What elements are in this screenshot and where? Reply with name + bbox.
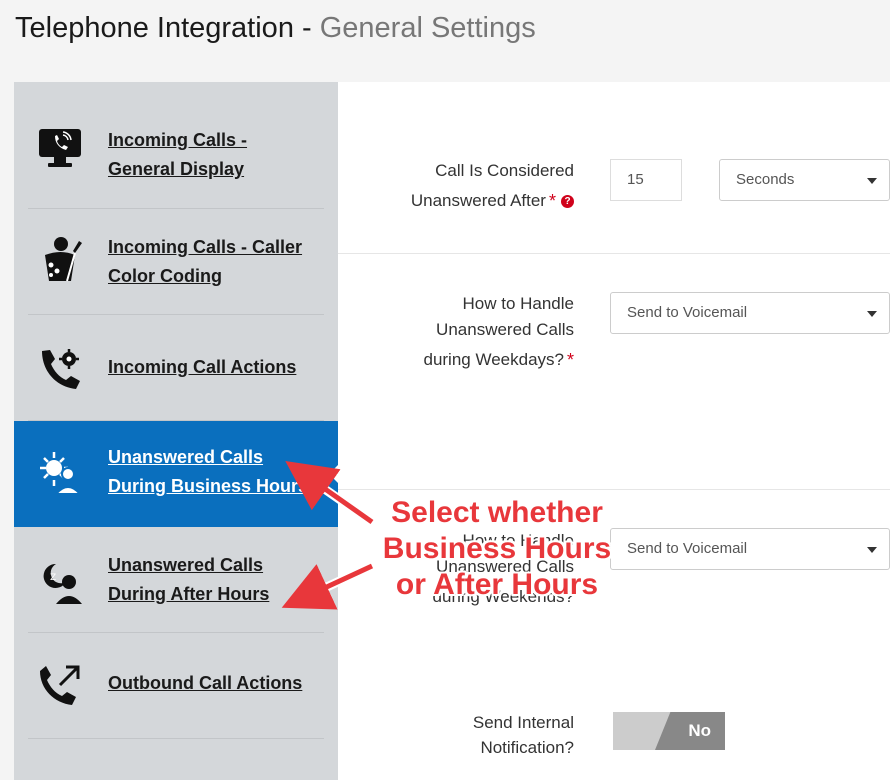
help-icon[interactable]: ? xyxy=(561,195,574,209)
monitor-phone-icon xyxy=(36,124,84,172)
internal-notification-label: Send Internal Notification? xyxy=(472,713,574,757)
weekdays-handling-label: How to Handle Unanswered Calls during We… xyxy=(423,294,574,370)
unanswered-after-label: Call Is Considered Unanswered After *? xyxy=(410,161,574,211)
weekends-action-select[interactable]: Send to Voicemail xyxy=(610,528,890,570)
sidebar-item-label: Incoming Calls - General Display xyxy=(108,130,248,179)
sidebar-item-after-hours[interactable]: Z Unanswered Calls During After Hours xyxy=(14,527,338,633)
time-unit-select[interactable]: Seconds xyxy=(719,159,890,201)
sidebar-item-incoming-general-display[interactable]: Incoming Calls - General Display xyxy=(14,82,338,209)
required-marker: * xyxy=(566,350,574,370)
weekdays-action-select[interactable]: Send to Voicemail xyxy=(610,292,890,334)
sidebar-item-business-hours[interactable]: Unanswered Calls During Business Hours xyxy=(14,421,339,527)
phone-outgoing-icon xyxy=(36,661,84,709)
annotation-callout: Select whether Business Hours or After H… xyxy=(382,496,612,601)
sun-user-icon xyxy=(36,448,84,496)
sidebar-item-label: Outbound Call Actions xyxy=(108,673,303,693)
settings-panel: Call Is Considered Unanswered After *? 15… xyxy=(338,82,890,780)
required-marker: * xyxy=(548,191,556,211)
internal-notification-toggle[interactable]: No xyxy=(613,712,725,750)
page-subtitle: General Settings xyxy=(319,12,536,44)
sidebar-item-caller-color-coding[interactable]: Incoming Calls - Caller Color Coding xyxy=(14,209,338,315)
page-title-main: Telephone Integration xyxy=(15,12,294,44)
phone-gear-icon xyxy=(36,345,84,393)
paint-person-icon xyxy=(36,236,84,284)
moon-user-icon: Z xyxy=(36,557,84,605)
page-title: Telephone Integration - General Settings xyxy=(15,10,536,46)
chevron-down-icon xyxy=(867,178,877,184)
sidebar-item-outbound-call-actions[interactable]: Outbound Call Actions xyxy=(14,633,338,739)
unanswered-seconds-input[interactable]: 15 xyxy=(610,159,682,201)
sidebar-item-label: Incoming Call Actions xyxy=(108,357,297,377)
sidebar-item-label: Incoming Calls - Caller Color Coding xyxy=(108,237,303,286)
chevron-down-icon xyxy=(867,547,877,553)
sidebar-item-label: Unanswered Calls During After Hours xyxy=(108,555,270,604)
sidebar-item-label: Unanswered Calls During Business Hours xyxy=(108,447,309,496)
sidebar: Incoming Calls - General Display Incomin… xyxy=(14,82,339,780)
page-title-separator: - xyxy=(293,12,320,44)
sidebar-item-incoming-call-actions[interactable]: Incoming Call Actions xyxy=(14,315,338,421)
chevron-down-icon xyxy=(867,311,877,317)
svg-text:Z: Z xyxy=(50,573,56,583)
